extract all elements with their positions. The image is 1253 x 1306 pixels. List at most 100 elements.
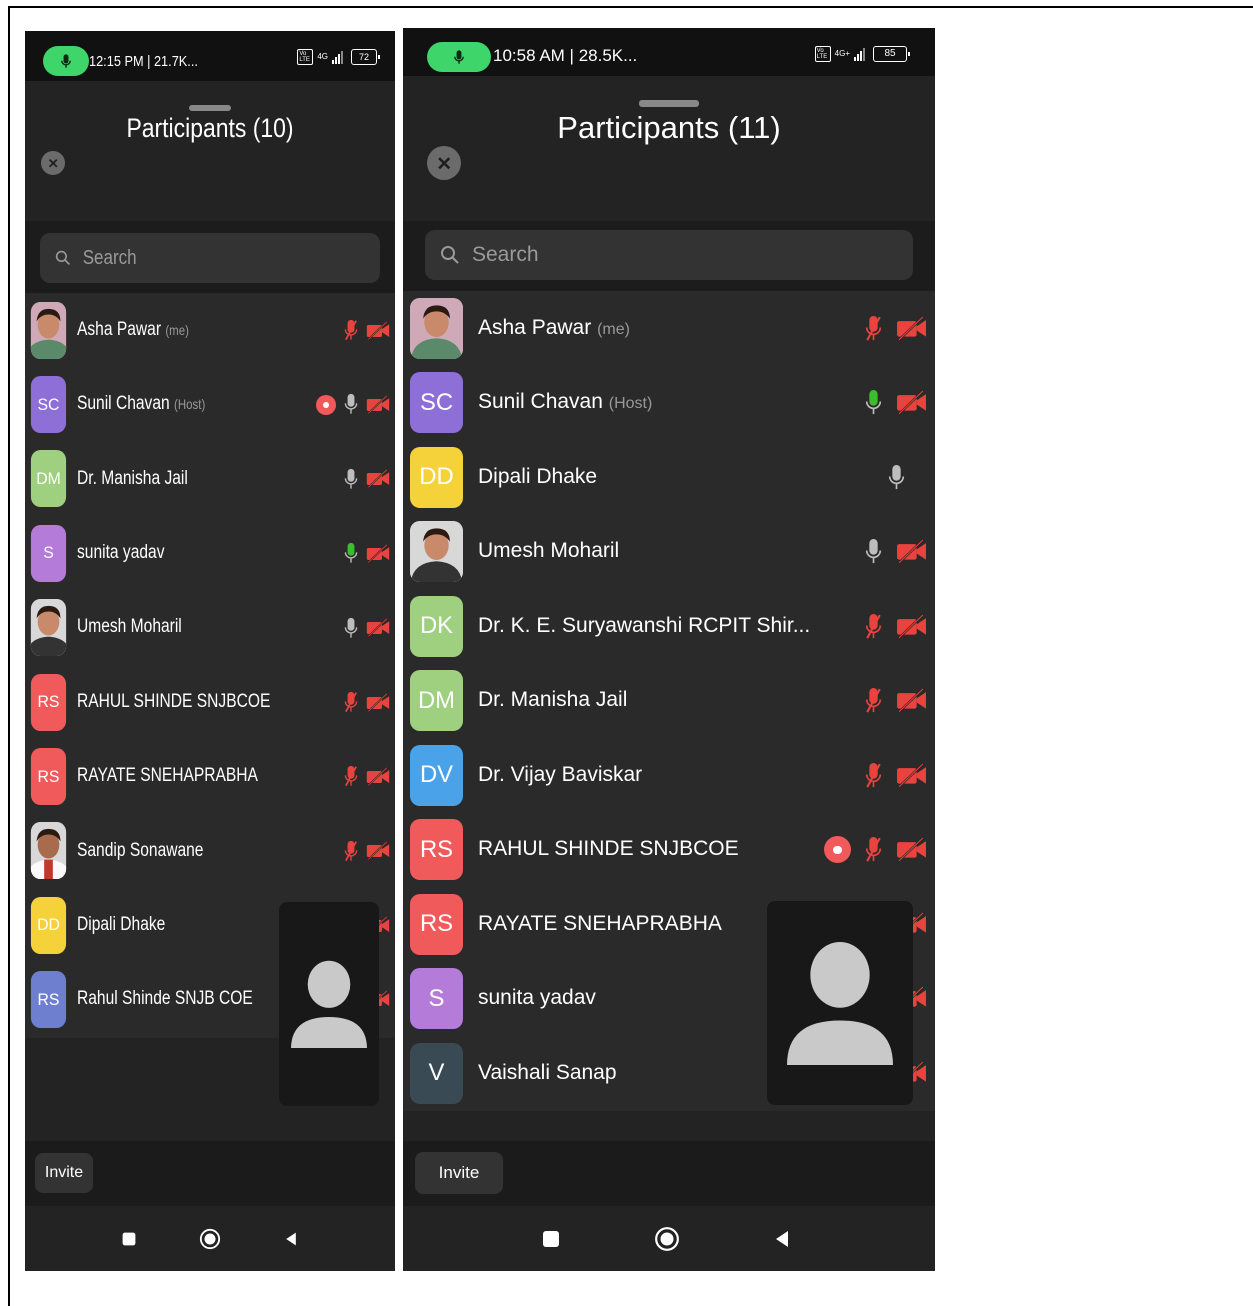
home-button[interactable]	[647, 1219, 687, 1259]
mic-muted-icon[interactable]	[344, 691, 358, 713]
avatar-initials: RS	[37, 989, 60, 1009]
participant-name: Sandip Sonawane	[77, 840, 203, 862]
microphone-icon	[59, 53, 73, 70]
mic-muted-icon[interactable]	[344, 765, 358, 787]
role-tag: (me)	[165, 321, 189, 338]
search-input[interactable]	[470, 242, 913, 268]
profile-photo-icon	[30, 301, 67, 359]
avatar-initials: DK	[419, 612, 454, 640]
recent-apps-button[interactable]	[109, 1219, 149, 1259]
avatar-initials: RS	[37, 766, 60, 786]
mic-muted-icon[interactable]	[865, 613, 882, 640]
mic-icon[interactable]	[344, 468, 358, 490]
video-off-icon[interactable]	[366, 469, 390, 489]
participant-status-icons	[344, 814, 390, 888]
invite-button[interactable]: Invite	[415, 1152, 503, 1194]
video-off-icon[interactable]	[896, 316, 927, 341]
participant-row[interactable]: Asha Pawar (me)	[403, 291, 935, 366]
mic-muted-icon[interactable]	[865, 315, 882, 342]
mic-icon[interactable]	[344, 393, 358, 415]
participant-name: Vaishali Sanap	[478, 1061, 617, 1085]
microphone-icon	[452, 49, 466, 66]
video-off-icon[interactable]	[366, 543, 390, 563]
participant-row[interactable]: Ssunita yadav	[25, 516, 395, 590]
role-tag: (Host)	[174, 396, 206, 413]
participant-row[interactable]: DM Dr. Manisha Jail	[25, 442, 395, 516]
participant-row[interactable]: RS RAHUL SHINDE SNJBCOE	[403, 813, 935, 888]
video-off-icon[interactable]	[366, 841, 390, 861]
drag-handle[interactable]	[189, 105, 231, 111]
participant-row[interactable]: Sandip Sonawane	[25, 814, 395, 888]
avatar-initials: DD	[37, 915, 60, 935]
mic-icon[interactable]	[344, 617, 358, 639]
mic-icon[interactable]	[865, 538, 882, 565]
search-box[interactable]	[40, 233, 380, 283]
mic-muted-icon[interactable]	[865, 836, 882, 863]
participant-row[interactable]: DK Dr. K. E. Suryawanshi RCPIT Shir...	[403, 589, 935, 664]
video-off-icon[interactable]	[896, 763, 927, 788]
participant-name-text: Sunil Chavan	[77, 393, 170, 415]
active-mic-indicator[interactable]	[43, 46, 89, 76]
back-icon	[283, 1231, 299, 1247]
video-off-icon[interactable]	[896, 688, 927, 713]
search-input[interactable]	[81, 245, 336, 271]
participant-name: Umesh Moharil	[77, 616, 182, 638]
participant-status-icons	[344, 591, 390, 665]
video-off-icon[interactable]	[896, 390, 927, 415]
video-off-icon[interactable]	[366, 692, 390, 712]
video-off-icon[interactable]	[366, 618, 390, 638]
participant-status-icons	[865, 291, 927, 366]
status-icons: Vo LTE 4G+ 85	[814, 46, 910, 62]
participant-row[interactable]: SC Sunil Chavan (Host)	[403, 366, 935, 441]
drag-handle[interactable]	[639, 100, 699, 107]
participant-row[interactable]: DD Dipali Dhake	[403, 440, 935, 515]
participant-row[interactable]: Umesh Moharil	[403, 515, 935, 590]
mic-muted-icon[interactable]	[344, 840, 358, 862]
back-button[interactable]	[762, 1219, 802, 1259]
video-off-icon[interactable]	[896, 539, 927, 564]
participant-row[interactable]: RS RAHUL SHINDE SNJBCOE	[25, 665, 395, 739]
video-off-icon[interactable]	[366, 767, 390, 787]
video-off-icon[interactable]	[896, 837, 927, 862]
participant-row[interactable]: Asha Pawar (me)	[25, 293, 395, 367]
participant-row[interactable]: SC Sunil Chavan (Host)	[25, 367, 395, 441]
close-button[interactable]	[41, 151, 65, 175]
participant-row[interactable]: RS RAYATE SNEHAPRABHA	[25, 739, 395, 813]
participant-name-text: Dr. K. E. Suryawanshi RCPIT Shir...	[478, 613, 811, 637]
participant-row[interactable]: Umesh Moharil	[25, 591, 395, 665]
home-button[interactable]	[190, 1219, 230, 1259]
active-mic-indicator[interactable]	[427, 42, 491, 72]
participant-name-text: Sunil Chavan	[478, 390, 603, 414]
avatar	[30, 301, 67, 359]
search-box[interactable]	[425, 230, 913, 280]
participant-row[interactable]: DM Dr. Manisha Jail	[403, 664, 935, 739]
participant-status-icons	[865, 515, 927, 590]
participant-status-icons	[344, 293, 390, 367]
participant-name-text: Umesh Moharil	[478, 539, 620, 563]
participant-row[interactable]: DV Dr. Vijay Baviskar	[403, 738, 935, 813]
page-title: Participants (11)	[557, 110, 781, 145]
mic-speaking-icon[interactable]	[344, 542, 358, 564]
volte-icon: Vo LTE	[814, 46, 831, 62]
avatar-initials: DV	[419, 761, 454, 789]
invite-button[interactable]: Invite	[35, 1153, 93, 1193]
participant-status-icons	[824, 813, 927, 888]
participant-status-icons	[888, 440, 927, 515]
participant-name-text: Vaishali Sanap	[478, 1060, 617, 1084]
video-off-icon[interactable]	[896, 614, 927, 639]
participant-name: Dr. Manisha Jail	[77, 468, 188, 490]
self-video-preview[interactable]	[767, 901, 913, 1105]
mic-muted-icon[interactable]	[865, 687, 882, 714]
mic-muted-icon[interactable]	[865, 762, 882, 789]
close-button[interactable]	[427, 146, 461, 180]
mic-speaking-icon[interactable]	[865, 389, 882, 416]
avatar-initials: RS	[419, 910, 454, 938]
video-off-icon[interactable]	[366, 320, 390, 340]
recent-apps-button[interactable]	[531, 1219, 571, 1259]
mic-muted-icon[interactable]	[344, 319, 358, 341]
mic-icon[interactable]	[888, 464, 905, 491]
battery-icon: 85	[873, 46, 910, 62]
back-button[interactable]	[271, 1219, 311, 1259]
video-off-icon[interactable]	[366, 395, 390, 415]
self-video-preview[interactable]	[279, 902, 379, 1106]
